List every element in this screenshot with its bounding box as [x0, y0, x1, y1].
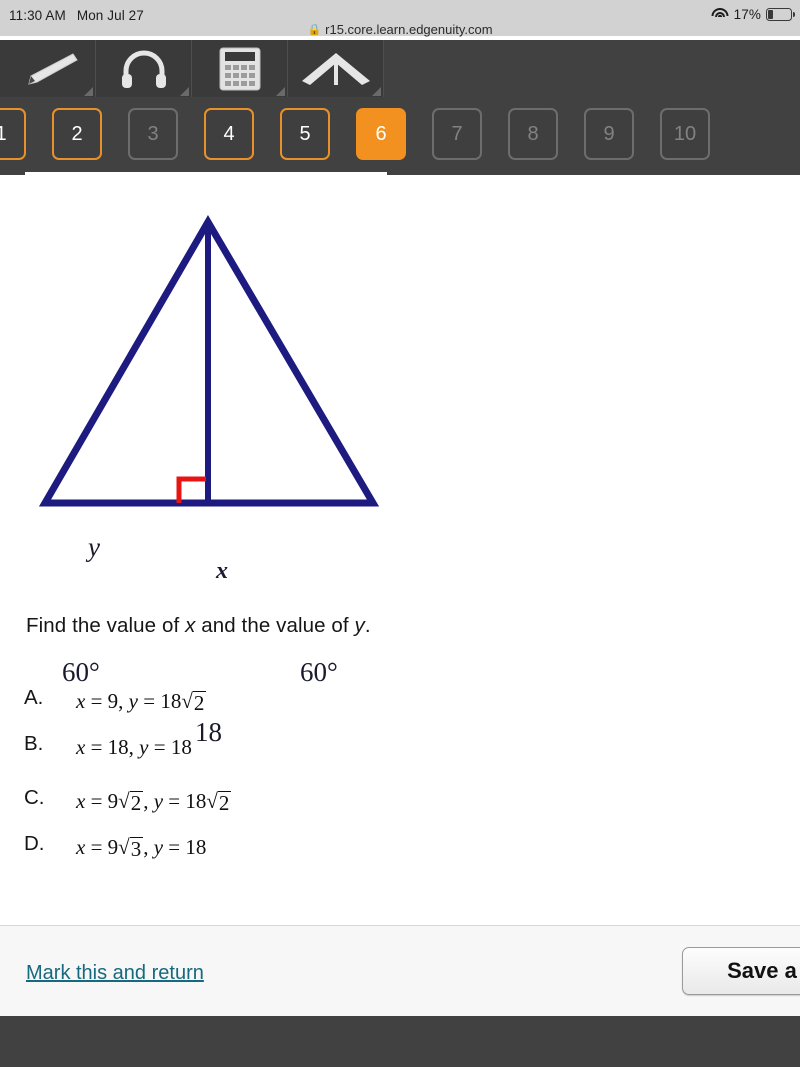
label-altitude-x: x — [216, 558, 228, 584]
label-side-y: y — [88, 532, 100, 562]
headphones-icon — [118, 49, 170, 89]
label-angle-right: 60° — [300, 657, 338, 687]
question-footer: Mark this and return Save a — [0, 926, 800, 1016]
choice-text: x = 9 √ 2, y = 18 √ 2 — [76, 789, 232, 815]
calculator-tool[interactable] — [192, 40, 288, 97]
label-base-length: 18 — [195, 717, 222, 747]
bottom-chrome-bar — [0, 1016, 800, 1067]
question-number-9: 9 — [584, 108, 634, 160]
label-angle-left: 60° — [62, 657, 100, 687]
highlighter-tool[interactable] — [0, 40, 96, 97]
question-number-1[interactable]: 1 — [0, 108, 26, 160]
question-number-5[interactable]: 5 — [280, 108, 330, 160]
question-content: y x 60° 60° 18 Find the value of x and t… — [0, 176, 800, 925]
tool-strip — [0, 40, 800, 97]
audio-tool[interactable] — [96, 40, 192, 97]
tool-corner-indicator — [276, 87, 285, 96]
choice-text: x = 18, y = 18 — [76, 735, 192, 759]
prompt-variable-y: y — [354, 614, 365, 637]
question-number-2[interactable]: 2 — [52, 108, 102, 160]
tool-corner-indicator — [180, 87, 189, 96]
prompt-text-2: and the value of — [195, 614, 355, 637]
choice-letter: B. — [24, 732, 44, 755]
choice-letter: C. — [24, 786, 45, 809]
calculator-icon — [219, 47, 261, 91]
mark-this-and-return-link[interactable]: Mark this and return — [26, 962, 204, 985]
choice-text: x = 9 √ 3, y = 18 — [76, 835, 207, 861]
choice-text: x = 9, y = 18 √ 2 — [76, 689, 207, 715]
triangle-diagram: y x 60° 60° 18 — [0, 200, 420, 747]
compass-icon — [298, 49, 374, 89]
question-number-8: 8 — [508, 108, 558, 160]
tablet-screen: 11:30 AM Mon Jul 27 17% 🔒 r15.core.learn… — [0, 0, 800, 1067]
prompt-text-3: . — [364, 614, 371, 637]
tool-corner-indicator — [84, 87, 93, 96]
lock-icon: 🔒 — [307, 23, 322, 36]
question-number-3: 3 — [128, 108, 178, 160]
choice-letter: D. — [24, 832, 45, 855]
question-number-7: 7 — [432, 108, 482, 160]
prompt-text-1: Find the value of — [26, 614, 186, 637]
prompt-variable-x: x — [185, 614, 196, 637]
question-number-6[interactable]: 6 — [356, 108, 406, 160]
question-number-list: 1 2 3 4 5 6 7 8 9 10 — [0, 108, 710, 160]
tool-list — [0, 40, 384, 97]
url-text: r15.core.learn.edgenuity.com — [325, 21, 493, 37]
tool-corner-indicator — [372, 87, 381, 96]
question-number-10: 10 — [660, 108, 710, 160]
question-number-4[interactable]: 4 — [204, 108, 254, 160]
choice-letter: A. — [24, 686, 44, 709]
question-prompt: Find the value of x and the value of y. — [26, 614, 371, 638]
pencil-icon — [17, 49, 79, 89]
browser-url-bar[interactable]: 🔒 r15.core.learn.edgenuity.com — [0, 18, 800, 40]
protractor-tool[interactable] — [288, 40, 384, 97]
save-and-exit-button[interactable]: Save a — [682, 947, 800, 995]
question-number-nav: 1 2 3 4 5 6 7 8 9 10 — [0, 97, 800, 175]
